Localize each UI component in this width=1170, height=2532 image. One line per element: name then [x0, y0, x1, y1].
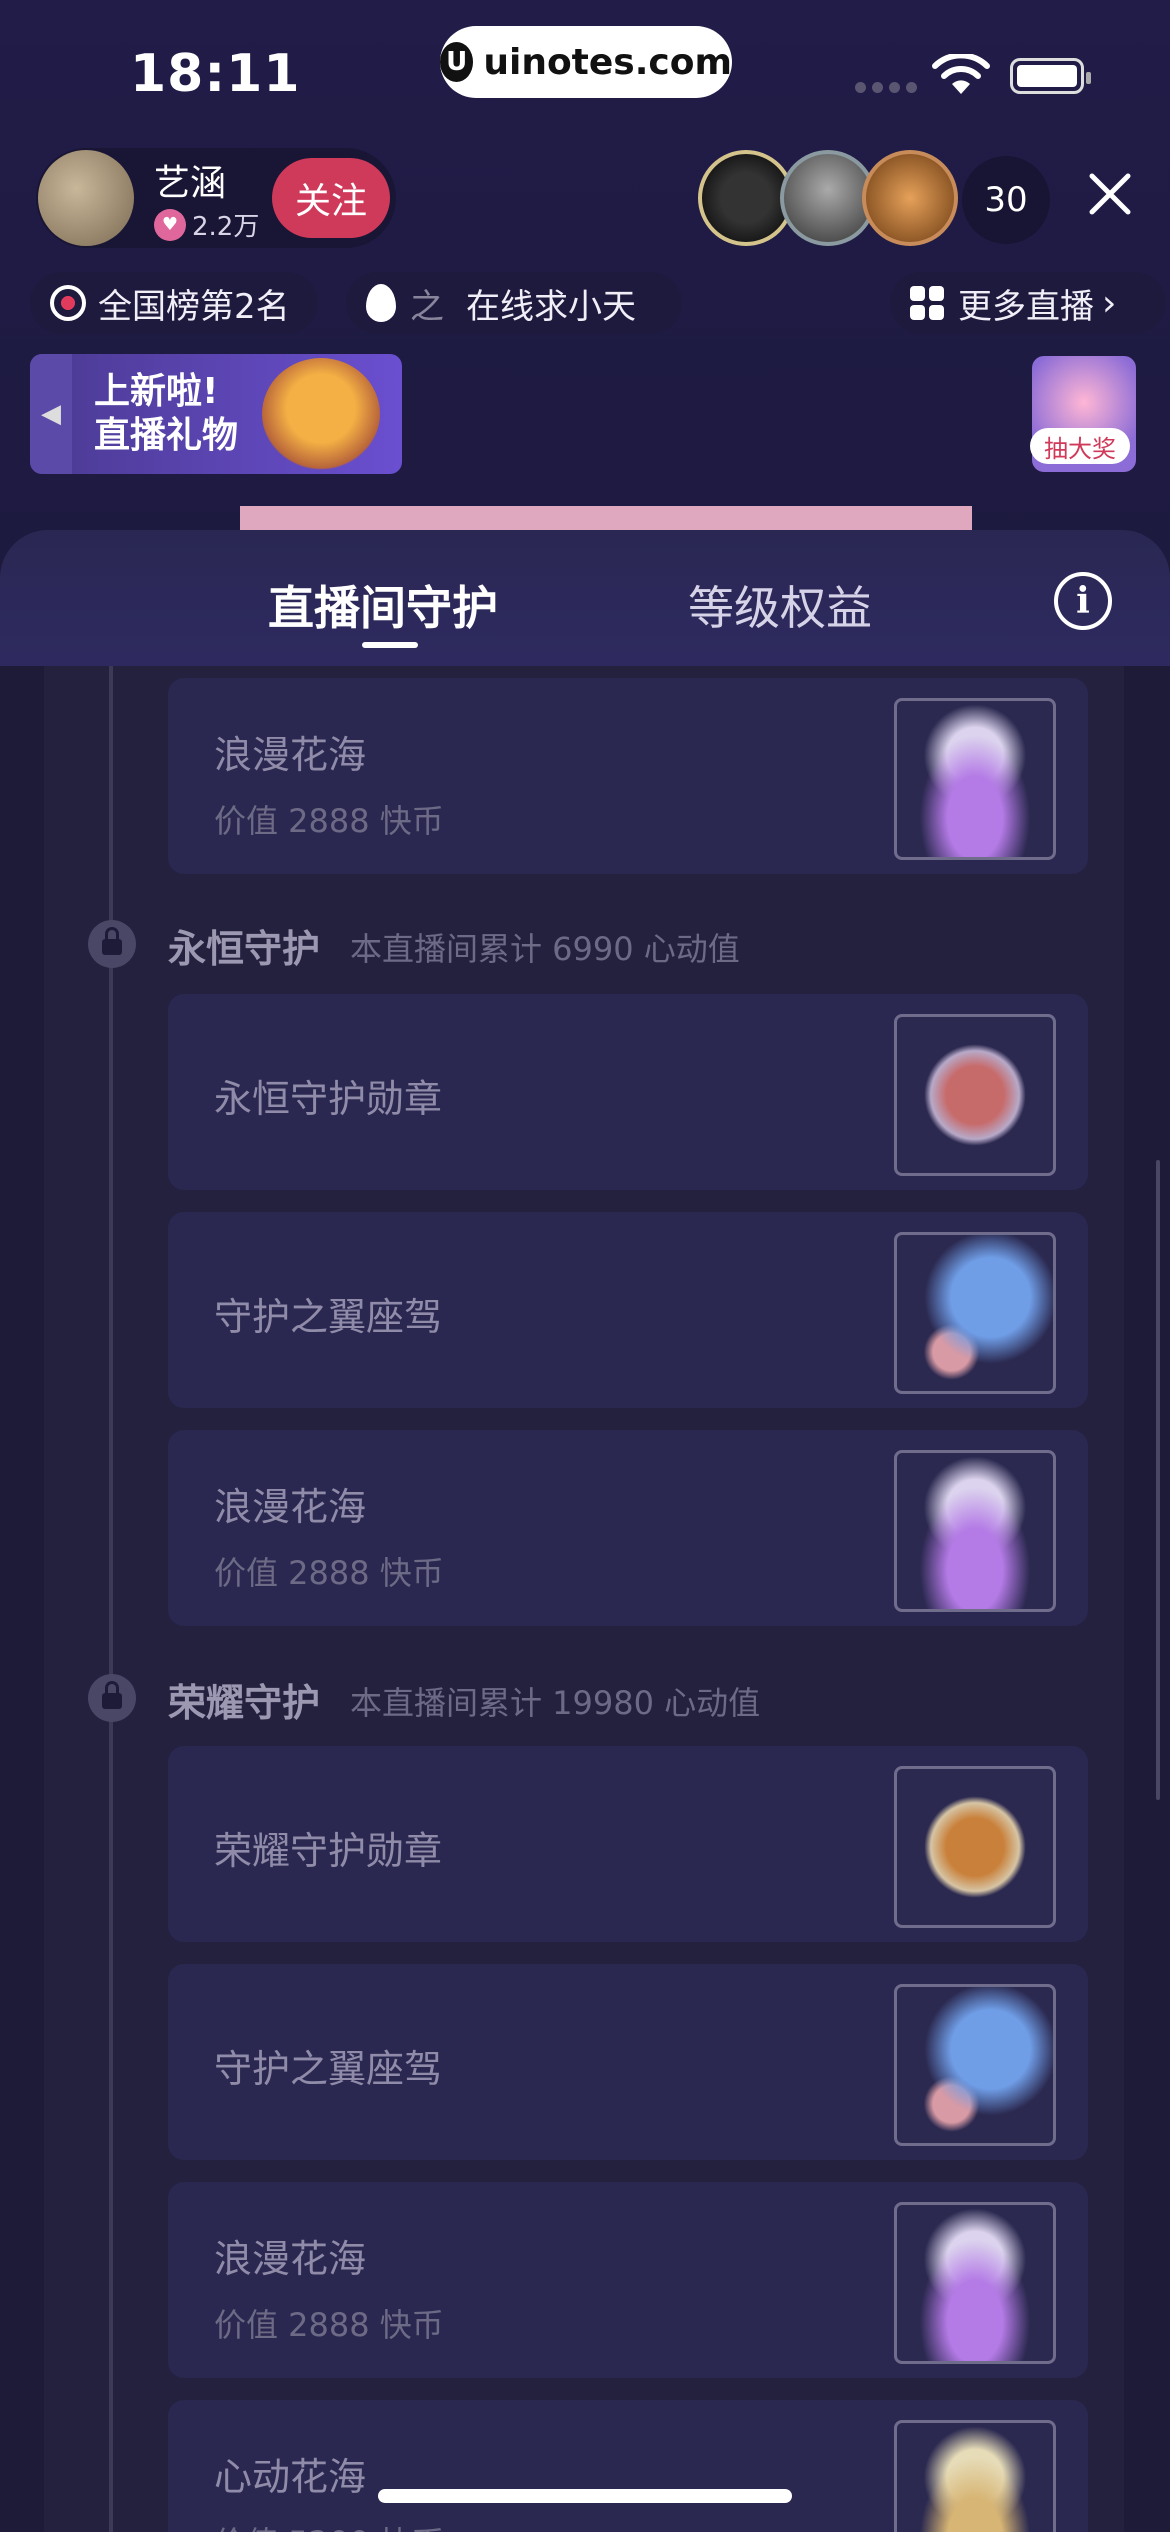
wifi-icon	[932, 54, 990, 94]
butterfly-icon	[894, 1984, 1056, 2146]
reward-card[interactable]: 守护之翼座驾	[168, 1212, 1088, 1408]
more-live-button[interactable]: 更多直播 ›	[890, 272, 1166, 334]
reward-title: 心动花海	[214, 2455, 367, 2499]
promo-text: 上新啦! 直播礼物	[94, 370, 238, 458]
rank-tag[interactable]: 全国榜第2名	[30, 272, 318, 334]
scrollbar[interactable]	[1156, 1160, 1160, 1800]
gazebo-icon	[894, 1450, 1056, 1612]
battery-icon	[1010, 58, 1091, 94]
viewer-avatar[interactable]	[862, 150, 958, 246]
heart-icon: ♥	[154, 208, 186, 241]
reward-card[interactable]: 永恒守护勋章	[168, 994, 1088, 1190]
flame-icon	[366, 284, 396, 322]
close-icon[interactable]	[1086, 170, 1134, 218]
reward-value: 价值 2888 快币	[214, 1554, 444, 1592]
host-name: 艺涵	[154, 163, 227, 204]
cellular-signal-icon	[855, 82, 917, 93]
status-time: 18:11	[130, 44, 301, 104]
chevron-left-icon[interactable]: ◀	[30, 354, 72, 474]
url-text: uinotes.com	[483, 41, 732, 83]
new-gift-banner[interactable]: ◀ 上新啦! 直播礼物	[30, 354, 402, 474]
reward-card[interactable]: 心动花海 价值 5200 快币	[168, 2400, 1088, 2532]
tab-level-benefits[interactable]: 等级权益	[688, 572, 872, 638]
reward-card[interactable]: 守护之翼座驾	[168, 1964, 1088, 2160]
topic-tag[interactable]: 之 在线求小天	[346, 272, 682, 334]
guard-list[interactable]: 浪漫花海 价值 2888 快币 永恒守护 本直播间累计 6990 心动值 永恒守…	[44, 666, 1124, 2532]
section-desc: 本直播间累计 19980 心动值	[350, 1684, 761, 1722]
more-live-label: 更多直播	[958, 286, 1094, 327]
info-icon[interactable]: i	[1054, 572, 1112, 630]
reward-card[interactable]: 浪漫花海 价值 2888 快币	[168, 2182, 1088, 2378]
section-title: 荣耀守护	[168, 1681, 321, 1725]
reward-title: 荣耀守护勋章	[214, 1829, 443, 1873]
reward-card[interactable]: 浪漫花海 价值 2888 快币	[168, 678, 1088, 874]
rank-icon	[50, 285, 86, 321]
lock-icon	[88, 1674, 136, 1722]
topic-prefix: 之	[410, 286, 444, 327]
badge-icon	[894, 1014, 1056, 1176]
home-indicator[interactable]	[378, 2489, 792, 2503]
gazebo-icon	[894, 2202, 1056, 2364]
reward-title: 浪漫花海	[214, 733, 367, 777]
gazebo-icon	[894, 698, 1056, 860]
viewer-count[interactable]: 30	[962, 156, 1050, 244]
reward-card[interactable]: 荣耀守护勋章	[168, 1746, 1088, 1942]
section-desc: 本直播间累计 6990 心动值	[350, 930, 740, 968]
reward-card[interactable]: 浪漫花海 价值 2888 快币	[168, 1430, 1088, 1626]
reward-title: 浪漫花海	[214, 2237, 367, 2281]
reward-title: 永恒守护勋章	[214, 1077, 443, 1121]
reward-value: 价值 2888 快币	[214, 802, 444, 840]
reward-title: 守护之翼座驾	[214, 1295, 443, 1339]
follow-button[interactable]: 关注	[272, 158, 390, 238]
rank-label: 全国榜第2名	[98, 286, 290, 327]
gazebo-icon	[894, 2420, 1056, 2532]
uinotes-logo-icon: U	[440, 42, 474, 82]
reward-value: 价值 2888 快币	[214, 2306, 444, 2344]
lottery-label[interactable]: 抽大奖	[1030, 428, 1130, 464]
topic-label: 在线求小天	[466, 286, 636, 327]
host-avatar[interactable]	[38, 150, 134, 246]
reward-title: 浪漫花海	[214, 1485, 367, 1529]
host-likes-count: 2.2万	[192, 212, 260, 242]
lock-icon	[88, 920, 136, 968]
promo-line1: 上新啦!	[94, 371, 219, 412]
reward-value: 价值 5200 快币	[214, 2518, 444, 2532]
grid-icon	[910, 286, 944, 320]
guard-sheet: 直播间守护 等级权益 i 浪漫花海 价值 2888 快币 永恒守护 本直播间累计…	[0, 530, 1170, 2532]
sheet-header: 直播间守护 等级权益 i	[0, 530, 1170, 666]
butterfly-icon	[894, 1232, 1056, 1394]
chevron-right-icon: ›	[1102, 282, 1117, 324]
mascot-icon	[262, 358, 380, 470]
host-likes: ♥ 2.2万	[154, 206, 259, 243]
reward-title: 守护之翼座驾	[214, 2047, 443, 2091]
tab-active-indicator	[362, 642, 418, 648]
tab-guard[interactable]: 直播间守护	[268, 572, 498, 638]
section-title: 永恒守护	[168, 927, 321, 971]
url-pill: U uinotes.com	[440, 26, 732, 98]
badge-icon	[894, 1766, 1056, 1928]
promo-line2: 直播礼物	[94, 415, 239, 456]
